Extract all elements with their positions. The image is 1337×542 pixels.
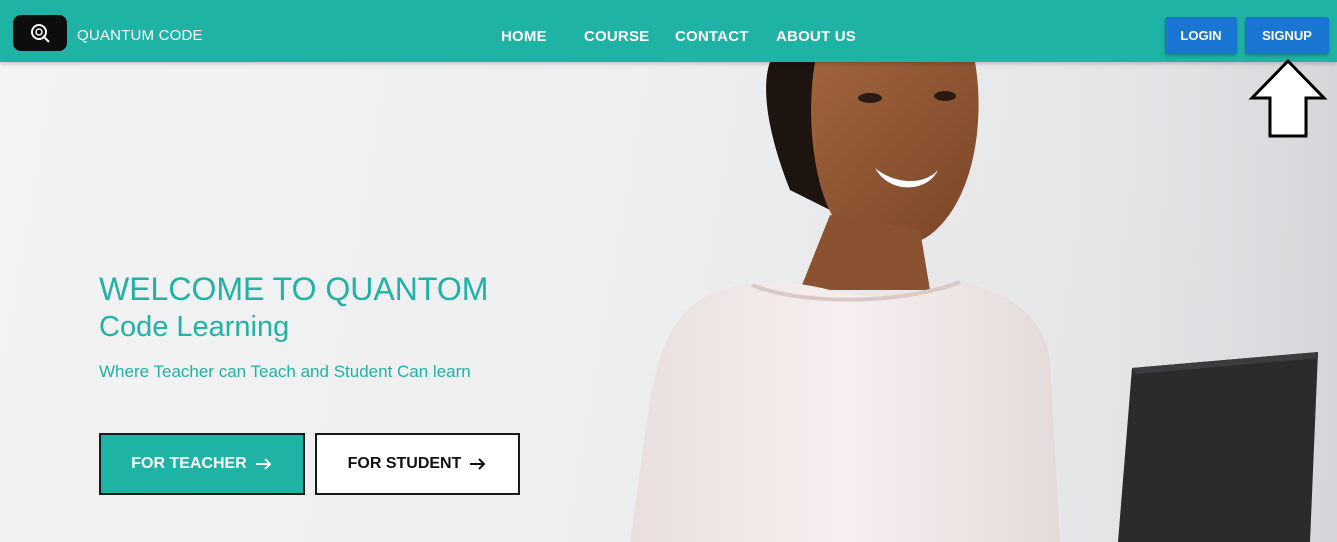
nav-contact[interactable]: CONTACT <box>675 28 749 45</box>
signup-button[interactable]: SIGNUP <box>1245 17 1329 54</box>
brand-logo[interactable] <box>13 15 67 51</box>
brand-name[interactable]: QUANTUM CODE <box>77 27 203 44</box>
pointer-arrow-icon <box>1248 58 1328 138</box>
hero-title: WELCOME TO QUANTOM <box>99 271 489 307</box>
nav-course[interactable]: COURSE <box>584 28 649 45</box>
quantum-q-logo-icon <box>31 24 50 43</box>
arrow-right-icon <box>470 458 486 470</box>
nav-home[interactable]: HOME <box>501 28 547 45</box>
hero-title-secondary: Code Learning <box>99 311 290 343</box>
hero-section: WELCOME TO QUANTOM Code Learning Where T… <box>0 0 1337 542</box>
login-button[interactable]: LOGIN <box>1165 17 1237 54</box>
arrow-right-icon <box>255 458 272 470</box>
nav-about-us[interactable]: ABOUT US <box>776 28 856 45</box>
for-student-label: FOR STUDENT <box>347 455 462 472</box>
hero-subtitle: Where Teacher can Teach and Student Can … <box>99 362 471 381</box>
top-navbar: QUANTUM CODE HOME COURSE CONTACT ABOUT U… <box>0 0 1337 62</box>
for-student-button[interactable]: FOR STUDENT <box>315 433 520 495</box>
for-teacher-label: FOR TEACHER <box>131 455 247 472</box>
for-teacher-button[interactable]: FOR TEACHER <box>99 433 305 495</box>
